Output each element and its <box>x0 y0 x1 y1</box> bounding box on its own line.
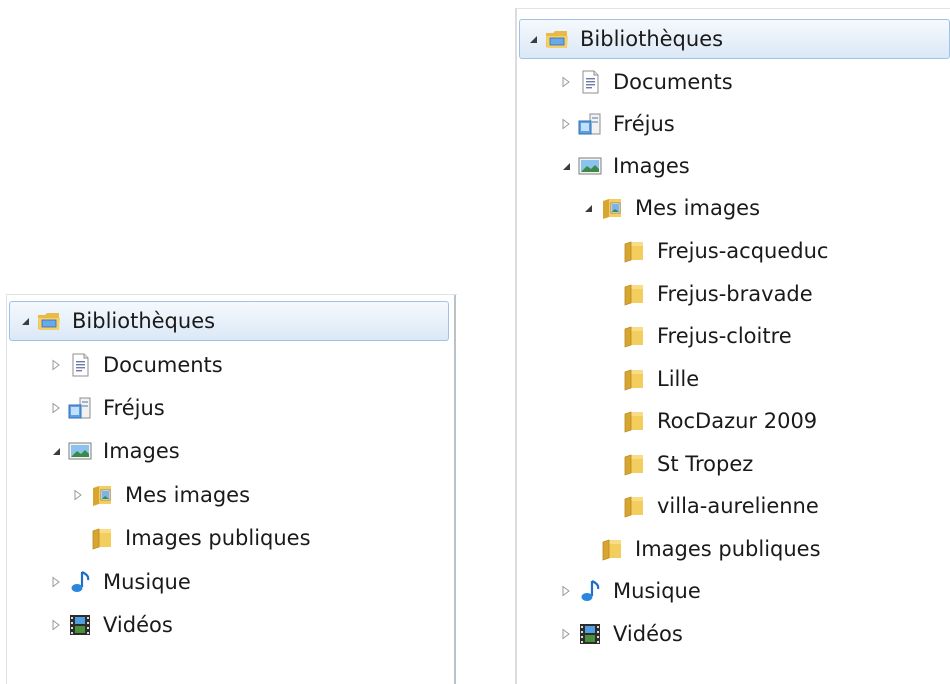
tree-item-bibliotheques[interactable]: Bibliothèques <box>9 301 449 341</box>
tree-item-label: villa-aurelienne <box>657 494 819 518</box>
tree-item-label: St Tropez <box>657 452 754 476</box>
tree-item-label: Vidéos <box>613 622 683 646</box>
computer-icon <box>577 111 603 137</box>
expanded-arrow-icon[interactable] <box>557 157 575 175</box>
tree-item-label: Musique <box>103 570 191 594</box>
collapsed-arrow-icon[interactable] <box>557 115 575 133</box>
videos-icon <box>577 621 603 647</box>
folder-images-icon <box>89 482 115 508</box>
tree-item-images[interactable]: Images <box>47 431 180 471</box>
tree-item-images-publiques[interactable]: Images publiques <box>69 518 311 558</box>
tree-item-lille[interactable]: Lille <box>601 359 699 399</box>
folder-icon <box>89 525 115 551</box>
folder-icon <box>599 536 625 562</box>
tree-item-musique[interactable]: Musique <box>557 571 701 611</box>
folder-icon <box>621 408 647 434</box>
expanded-arrow-icon[interactable] <box>47 442 65 460</box>
collapsed-arrow-icon[interactable] <box>47 356 65 374</box>
images-icon <box>577 153 603 179</box>
folder-icon <box>621 366 647 392</box>
collapsed-arrow-icon[interactable] <box>47 616 65 634</box>
tree-item-villa-aurelienne[interactable]: villa-aurelienne <box>601 486 819 526</box>
tree-item-videos[interactable]: Vidéos <box>47 605 173 645</box>
folder-icon <box>621 238 647 264</box>
library-icon <box>36 308 62 334</box>
tree-item-documents[interactable]: Documents <box>557 62 733 102</box>
expanded-arrow-icon[interactable] <box>524 30 542 48</box>
tree-item-label: Mes images <box>125 483 251 507</box>
tree-item-label: Fréjus <box>103 396 165 420</box>
expanded-arrow-icon[interactable] <box>16 312 34 330</box>
tree-item-frejus-cloitre[interactable]: Frejus-cloitre <box>601 316 792 356</box>
collapsed-arrow-icon[interactable] <box>557 73 575 91</box>
collapsed-arrow-icon[interactable] <box>69 486 87 504</box>
pane-divider <box>454 295 456 684</box>
tree-item-st-tropez[interactable]: St Tropez <box>601 444 753 484</box>
videos-icon <box>67 612 93 638</box>
tree-item-label: RocDazur 2009 <box>657 409 818 433</box>
music-icon <box>577 578 603 604</box>
tree-item-frejus-bravade[interactable]: Frejus-bravade <box>601 274 813 314</box>
tree-item-bibliotheques[interactable]: Bibliothèques <box>519 19 950 59</box>
folder-icon <box>621 281 647 307</box>
tree-item-images-publiques[interactable]: Images publiques <box>579 529 821 569</box>
navigation-tree-collapsed: Bibliothèques Documents Fréjus Images Mes im… <box>6 294 457 684</box>
tree-item-label: Images <box>613 154 690 178</box>
music-icon <box>67 569 93 595</box>
collapsed-arrow-icon[interactable] <box>47 399 65 417</box>
tree-item-rocdazur-2009[interactable]: RocDazur 2009 <box>601 401 817 441</box>
collapsed-arrow-icon[interactable] <box>557 582 575 600</box>
documents-icon <box>67 352 93 378</box>
tree-item-musique[interactable]: Musique <box>47 562 191 602</box>
folder-icon <box>621 493 647 519</box>
tree-item-label: Frejus-cloitre <box>657 324 792 348</box>
collapsed-arrow-icon[interactable] <box>47 573 65 591</box>
documents-icon <box>577 69 603 95</box>
images-icon <box>67 438 93 464</box>
tree-item-label: Bibliothèques <box>580 27 724 51</box>
tree-item-label: Musique <box>613 579 701 603</box>
computer-icon <box>67 395 93 421</box>
tree-item-label: Vidéos <box>103 613 173 637</box>
tree-item-label: Frejus-bravade <box>657 282 813 306</box>
collapsed-arrow-icon[interactable] <box>557 625 575 643</box>
tree-item-label: Images <box>103 439 180 463</box>
tree-item-videos[interactable]: Vidéos <box>557 614 683 654</box>
tree-item-mes-images[interactable]: Mes images <box>579 188 760 228</box>
tree-item-label: Bibliothèques <box>72 309 216 333</box>
tree-item-label: Fréjus <box>613 112 675 136</box>
navigation-tree-expanded: Bibliothèques Documents Fréjus Images Mes im… <box>515 8 950 684</box>
folder-icon <box>621 451 647 477</box>
tree-item-label: Frejus-acqueduc <box>657 239 829 263</box>
tree-item-frejus[interactable]: Fréjus <box>47 388 165 428</box>
tree-item-label: Images publiques <box>125 526 311 550</box>
tree-item-images[interactable]: Images <box>557 146 690 186</box>
tree-item-label: Images publiques <box>635 537 821 561</box>
library-icon <box>544 26 570 52</box>
tree-item-label: Documents <box>613 70 733 94</box>
tree-item-label: Lille <box>657 367 700 391</box>
tree-item-label: Documents <box>103 353 223 377</box>
folder-icon <box>621 323 647 349</box>
tree-item-frejus-acqueduc[interactable]: Frejus-acqueduc <box>601 231 828 271</box>
tree-item-mes-images[interactable]: Mes images <box>69 475 250 515</box>
tree-item-documents[interactable]: Documents <box>47 345 223 385</box>
folder-images-icon <box>599 195 625 221</box>
tree-item-label: Mes images <box>635 196 761 220</box>
tree-item-frejus[interactable]: Fréjus <box>557 104 675 144</box>
expanded-arrow-icon[interactable] <box>579 199 597 217</box>
